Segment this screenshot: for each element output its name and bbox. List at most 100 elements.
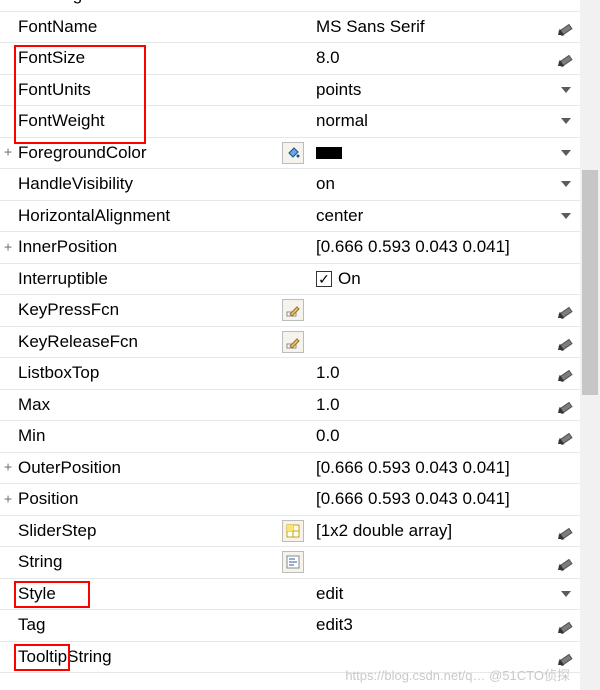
property-value[interactable]: 0.0 [308,426,552,446]
property-row-max[interactable]: Max 1.0 [0,390,580,422]
property-row-keypressfcn[interactable]: KeyPressFcn [0,295,580,327]
color-swatch [316,147,342,159]
property-value[interactable]: on [308,174,552,194]
callback-edit-icon[interactable] [282,299,304,321]
dropdown-arrow-icon[interactable] [552,0,580,4]
property-name: KeyPressFcn [16,300,278,320]
property-row-fontunits[interactable]: FontUnits points [0,75,580,107]
scrollbar[interactable] [580,0,600,690]
property-row-fontweight[interactable]: FontWeight normal [0,106,580,138]
expand-toggle[interactable]: + [0,492,16,507]
property-name: Tag [16,615,278,635]
property-row-style[interactable]: Style edit [0,579,580,611]
property-name: String [16,552,278,572]
property-row-string[interactable]: String [0,547,580,579]
property-name: FontAngle [16,0,278,5]
property-row-tag[interactable]: Tag edit3 [0,610,580,642]
dropdown-arrow-icon[interactable] [552,585,580,603]
property-name: InnerPosition [16,237,278,257]
property-value[interactable]: normal [308,111,552,131]
property-row-handlevisibility[interactable]: HandleVisibility on [0,169,580,201]
property-row-fontname[interactable]: FontName MS Sans Serif [0,12,580,44]
property-name: ListboxTop [16,363,278,383]
property-name: TooltipString [16,647,278,667]
property-name: KeyReleaseFcn [16,332,278,352]
property-row-min[interactable]: Min 0.0 [0,421,580,453]
edit-pencil-icon[interactable] [552,49,580,67]
property-row-innerposition[interactable]: +InnerPosition [0.666 0.593 0.043 0.041] [0,232,580,264]
property-value[interactable]: ✓ On [308,269,552,289]
property-name: HorizontalAlignment [16,206,278,226]
property-name: FontUnits [16,80,278,100]
callback-edit-icon[interactable] [282,331,304,353]
edit-pencil-icon[interactable] [552,648,580,666]
property-value[interactable]: center [308,206,552,226]
property-inspector-table: FontAnglenormalFontNameMS Sans SerifFont… [0,0,580,673]
property-row-fontsize[interactable]: FontSize 8.0 [0,43,580,75]
property-action-icon[interactable] [278,299,308,321]
edit-pencil-icon[interactable] [552,553,580,571]
edit-pencil-icon[interactable] [552,333,580,351]
property-value[interactable]: normal [308,0,552,5]
property-value[interactable]: 1.0 [308,363,552,383]
property-name: Position [16,489,278,509]
property-row-position[interactable]: +Position [0.666 0.593 0.043 0.041] [0,484,580,516]
property-row-outerposition[interactable]: +OuterPosition [0.666 0.593 0.043 0.041] [0,453,580,485]
dropdown-arrow-icon[interactable] [552,81,580,99]
property-name: Max [16,395,278,415]
property-name: OuterPosition [16,458,278,478]
property-name: SliderStep [16,521,278,541]
property-row-horizontalalignment[interactable]: HorizontalAlignment center [0,201,580,233]
property-action-icon[interactable] [278,551,308,573]
edit-pencil-icon[interactable] [552,427,580,445]
property-value[interactable]: MS Sans Serif [308,17,552,37]
property-name: Style [16,584,278,604]
property-value[interactable]: 8.0 [308,48,552,68]
property-value[interactable]: [0.666 0.593 0.043 0.041] [308,489,552,509]
property-value[interactable]: edit3 [308,615,552,635]
property-row-listboxtop[interactable]: ListboxTop 1.0 [0,358,580,390]
dropdown-arrow-icon[interactable] [552,207,580,225]
paint-bucket-icon[interactable] [282,142,304,164]
property-name: Interruptible [16,269,278,289]
property-name: FontSize [16,48,278,68]
edit-pencil-icon[interactable] [552,301,580,319]
property-row-interruptible[interactable]: Interruptible ✓ On [0,264,580,296]
property-name: Min [16,426,278,446]
property-row-fontangle[interactable]: FontAngle normal [0,0,580,12]
edit-pencil-icon[interactable] [552,522,580,540]
property-row-keyreleasefcn[interactable]: KeyReleaseFcn [0,327,580,359]
property-action-icon[interactable] [278,520,308,542]
dropdown-arrow-icon[interactable] [552,112,580,130]
edit-pencil-icon[interactable] [552,616,580,634]
property-name: FontName [16,17,278,37]
property-name: FontWeight [16,111,278,131]
property-value[interactable]: [0.666 0.593 0.043 0.041] [308,237,552,257]
expand-toggle[interactable]: + [0,460,16,475]
text-editor-icon[interactable] [282,551,304,573]
array-editor-icon[interactable] [282,520,304,542]
property-row-tooltipstring[interactable]: TooltipString [0,642,580,674]
property-action-icon[interactable] [278,142,308,164]
edit-pencil-icon[interactable] [552,364,580,382]
checkbox[interactable]: ✓ [316,271,332,287]
property-value[interactable]: [0.666 0.593 0.043 0.041] [308,458,552,478]
property-value[interactable] [308,147,552,159]
property-row-sliderstep[interactable]: SliderStep [1x2 double array] [0,516,580,548]
dropdown-arrow-icon[interactable] [552,144,580,162]
property-name: ForegroundColor [16,143,278,163]
dropdown-arrow-icon[interactable] [552,175,580,193]
property-value[interactable]: 1.0 [308,395,552,415]
property-value[interactable]: edit [308,584,552,604]
property-action-icon[interactable] [278,331,308,353]
expand-toggle[interactable]: + [0,145,16,160]
property-name: HandleVisibility [16,174,278,194]
property-value[interactable]: [1x2 double array] [308,521,552,541]
expand-toggle[interactable]: + [0,240,16,255]
property-value[interactable]: points [308,80,552,100]
property-row-foregroundcolor[interactable]: +ForegroundColor [0,138,580,170]
scrollbar-thumb[interactable] [582,170,598,395]
edit-pencil-icon[interactable] [552,396,580,414]
checkbox-label: On [338,269,361,289]
edit-pencil-icon[interactable] [552,18,580,36]
